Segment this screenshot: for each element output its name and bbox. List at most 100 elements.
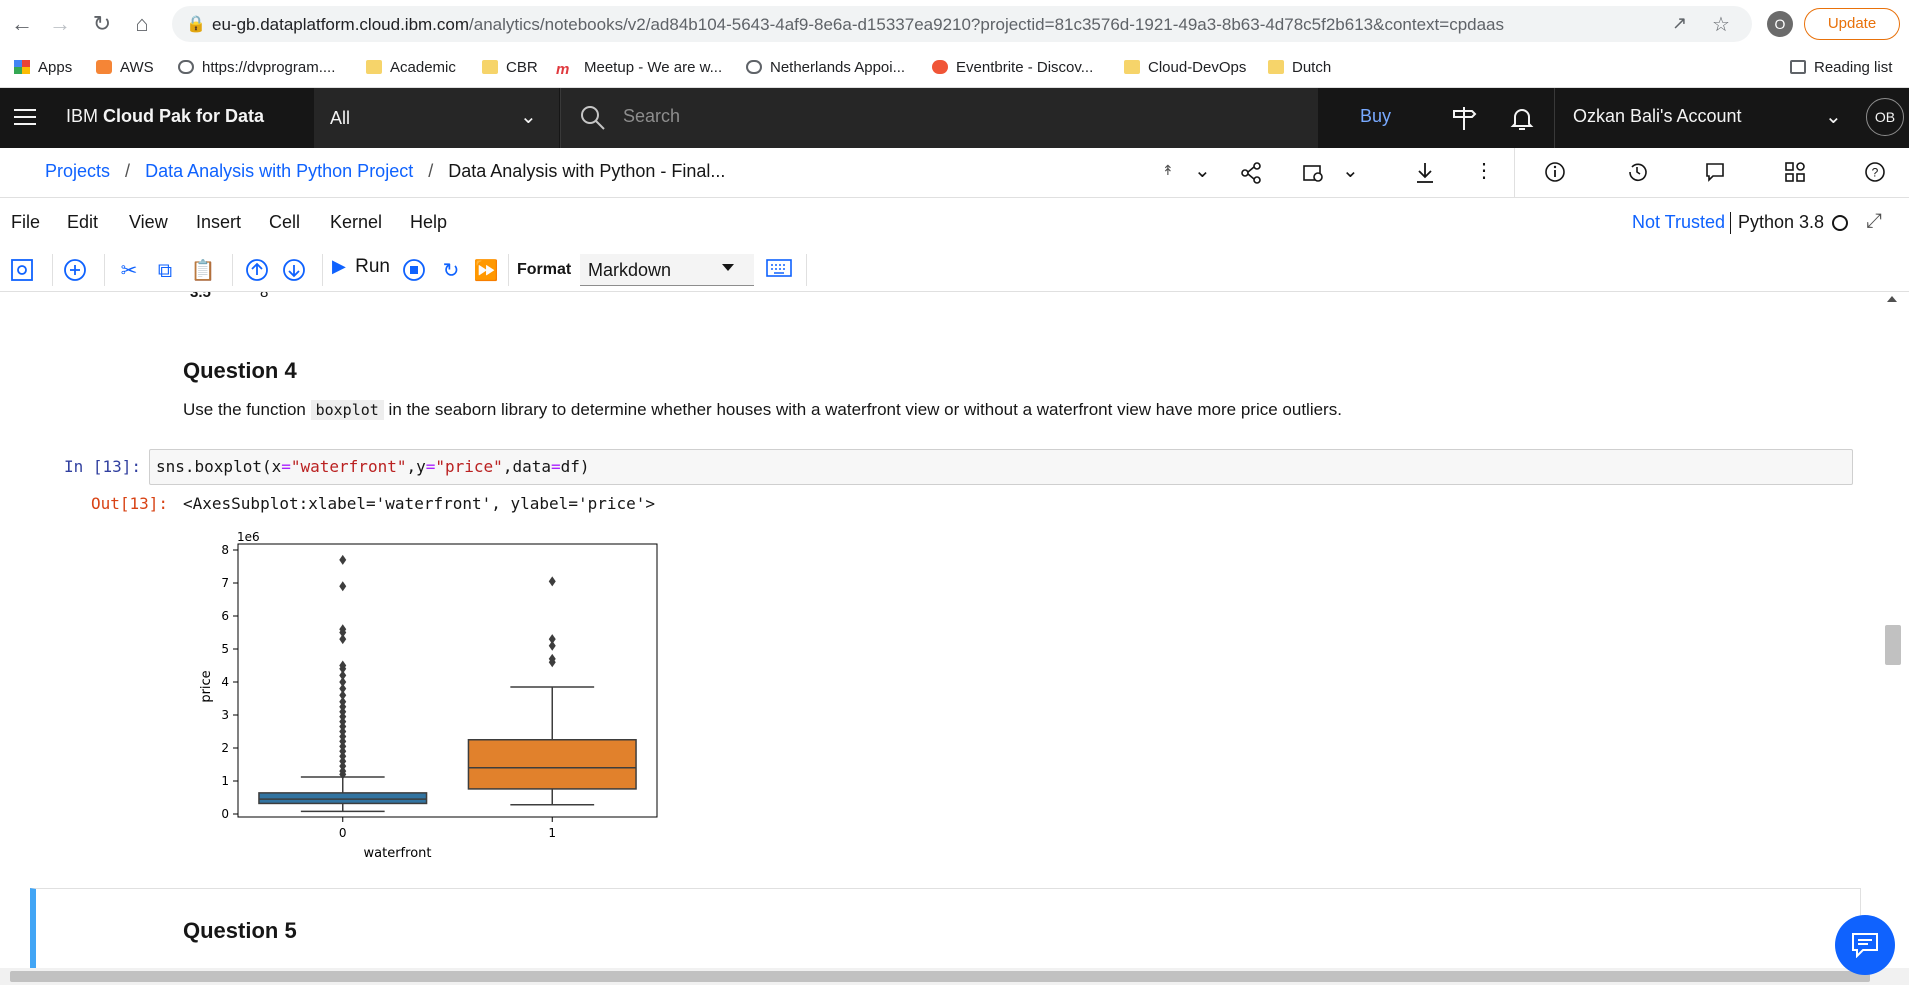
- box-0: [258, 792, 428, 805]
- y-axis-label: price: [199, 670, 214, 702]
- product-name[interactable]: IBM Cloud Pak for Data: [66, 106, 264, 127]
- caret-down-icon: [722, 264, 734, 271]
- vertical-scrollbar[interactable]: [1877, 292, 1909, 968]
- bookmark-cloud-devops[interactable]: Cloud-DevOps: [1124, 56, 1246, 80]
- reading-list[interactable]: Reading list: [1790, 56, 1892, 80]
- bookmark-dutch[interactable]: Dutch: [1268, 56, 1331, 80]
- y-tick-label: 0: [221, 807, 229, 821]
- code-cell-input[interactable]: sns.boxplot(x="waterfront",y="price",dat…: [149, 449, 1853, 485]
- restart-run-all-icon[interactable]: ⏩: [473, 258, 499, 284]
- version-history-icon[interactable]: [1626, 161, 1648, 183]
- cut-icon[interactable]: ✂: [116, 258, 142, 284]
- profile-avatar[interactable]: O: [1767, 11, 1793, 37]
- move-down-icon[interactable]: [281, 258, 307, 284]
- notebook-content[interactable]: 3.5 8 Question 4 Use the function boxplo…: [12, 292, 1877, 968]
- schedule-job-icon[interactable]: [1302, 162, 1324, 184]
- chevron-down-icon[interactable]: ⌄: [1194, 158, 1211, 183]
- chat-button[interactable]: [1835, 915, 1895, 975]
- info-icon[interactable]: [1544, 161, 1566, 183]
- share-icon[interactable]: [1240, 162, 1262, 184]
- folder-icon: [1124, 60, 1140, 74]
- globe-icon: [178, 60, 194, 74]
- scope-dropdown[interactable]: All ⌄: [314, 88, 559, 148]
- outlier-point: [339, 581, 347, 592]
- code-snippets-icon[interactable]: [1784, 161, 1806, 183]
- kernel-status-icon: [1832, 215, 1848, 231]
- bookmark-dvprogram[interactable]: https://dvprogram....: [178, 56, 335, 80]
- y-tick-label: 8: [221, 543, 229, 557]
- scroll-up-icon[interactable]: [1887, 296, 1897, 302]
- scrollbar-thumb[interactable]: [10, 971, 1870, 982]
- breadcrumb: Projects / Data Analysis with Python Pro…: [0, 148, 1909, 198]
- account-switcher[interactable]: Ozkan Bali's Account ⌄: [1554, 88, 1864, 148]
- table-row-index: 3.5: [190, 292, 211, 301]
- breadcrumb-projects[interactable]: Projects: [45, 161, 110, 181]
- forward-arrow-icon[interactable]: →: [46, 10, 74, 38]
- address-bar[interactable]: 🔒 eu-gb.dataplatform.cloud.ibm.com/analy…: [172, 6, 1752, 42]
- folder-icon: [1268, 60, 1284, 74]
- table-cell: 8: [260, 292, 269, 301]
- menu-edit[interactable]: Edit: [67, 212, 98, 233]
- search-input[interactable]: Search: [623, 106, 680, 127]
- move-up-icon[interactable]: [244, 258, 270, 284]
- code-line: sns.boxplot(x="waterfront",y="price",dat…: [156, 457, 590, 476]
- share-icon[interactable]: ↗: [1672, 13, 1687, 34]
- bookmark-netherlands[interactable]: Netherlands Appoi...: [746, 56, 905, 80]
- back-arrow-icon[interactable]: ←: [8, 10, 36, 38]
- format-value: Markdown: [588, 260, 672, 280]
- play-icon: ▶: [332, 256, 346, 276]
- bookmark-aws[interactable]: AWS: [96, 56, 154, 80]
- buy-button[interactable]: Buy: [1360, 106, 1391, 127]
- menu-insert[interactable]: Insert: [196, 212, 241, 233]
- bookmark-academic[interactable]: Academic: [366, 56, 456, 80]
- bookmark-meetup[interactable]: m Meetup - We are w...: [556, 56, 722, 80]
- scrollbar-thumb[interactable]: [1885, 625, 1901, 665]
- search-bar[interactable]: Search: [560, 88, 1318, 148]
- home-icon[interactable]: ⌂: [128, 10, 156, 38]
- save-icon[interactable]: [9, 258, 35, 284]
- bookmark-apps[interactable]: Apps: [14, 56, 72, 80]
- format-select[interactable]: Markdown: [580, 254, 754, 286]
- update-button[interactable]: Update: [1804, 8, 1900, 40]
- app-header: IBM Cloud Pak for Data All ⌄ Search Buy …: [0, 88, 1909, 148]
- bookmark-eventbrite[interactable]: Eventbrite - Discov...: [932, 56, 1093, 80]
- y-tick-label: 4: [221, 675, 229, 689]
- download-icon[interactable]: [1414, 161, 1436, 185]
- browser-toolbar: ← → ↻ ⌂ 🔒 eu-gb.dataplatform.cloud.ibm.c…: [0, 0, 1909, 48]
- star-icon[interactable]: ☆: [1712, 12, 1730, 37]
- run-button[interactable]: ▶ Run: [332, 256, 390, 284]
- comments-icon[interactable]: [1704, 161, 1726, 183]
- hamburger-menu-icon[interactable]: [14, 106, 36, 128]
- outlier-point: [339, 554, 347, 565]
- menu-help[interactable]: Help: [410, 212, 447, 233]
- trust-status[interactable]: Not Trusted: [1632, 212, 1725, 233]
- paste-icon[interactable]: 📋: [190, 258, 216, 284]
- copy-icon[interactable]: ⧉: [152, 258, 178, 284]
- horizontal-scrollbar[interactable]: [0, 968, 1909, 985]
- y-tick-label: 3: [221, 708, 229, 722]
- maximize-icon[interactable]: ⤢: [1866, 210, 1882, 233]
- overflow-menu-icon[interactable]: ⋮: [1474, 158, 1494, 183]
- pin-icon[interactable]: ↟: [1162, 162, 1174, 179]
- restart-kernel-icon[interactable]: ↻: [438, 258, 464, 284]
- help-icon[interactable]: ?: [1864, 161, 1886, 183]
- chevron-down-icon[interactable]: ⌄: [1342, 158, 1359, 183]
- reload-icon[interactable]: ↻: [88, 10, 116, 38]
- reading-list-icon: [1790, 60, 1806, 74]
- menu-view[interactable]: View: [129, 212, 168, 233]
- globe-icon: [746, 60, 762, 74]
- notification-bell-icon[interactable]: [1508, 104, 1536, 132]
- boxplot-chart: 0 1 2 3 4 5 6 7 8 1e6 0 1 waterfront price: [199, 530, 658, 861]
- y-tick-label: 2: [221, 741, 229, 755]
- selected-markdown-cell[interactable]: [30, 888, 1861, 968]
- breadcrumb-project[interactable]: Data Analysis with Python Project: [145, 161, 413, 181]
- signpost-icon[interactable]: [1450, 104, 1478, 132]
- keyboard-shortcuts-icon[interactable]: [766, 258, 792, 284]
- add-cell-icon[interactable]: [62, 258, 88, 284]
- menu-file[interactable]: File: [11, 212, 40, 233]
- menu-kernel[interactable]: Kernel: [330, 212, 382, 233]
- user-avatar[interactable]: OB: [1866, 98, 1904, 136]
- bookmark-cbr[interactable]: CBR: [482, 56, 538, 80]
- menu-cell[interactable]: Cell: [269, 212, 300, 233]
- stop-icon[interactable]: [401, 258, 427, 284]
